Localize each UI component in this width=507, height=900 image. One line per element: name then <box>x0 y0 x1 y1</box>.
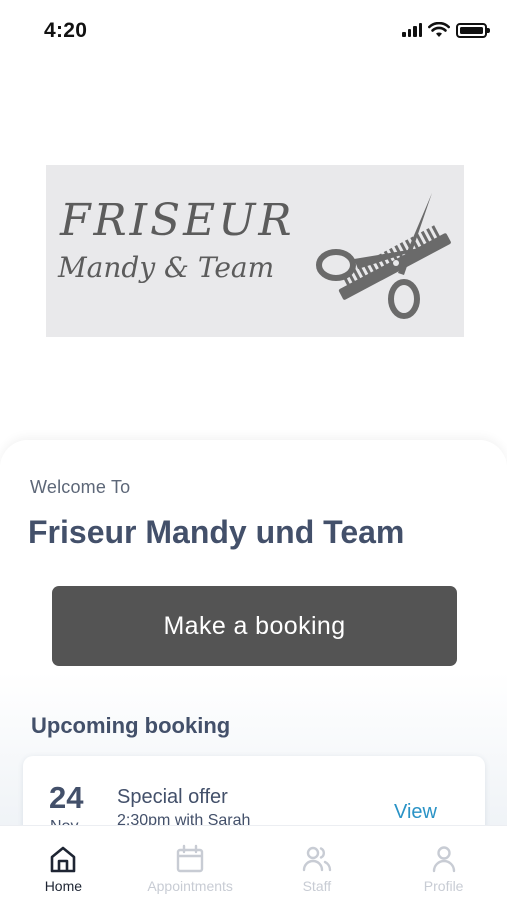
welcome-label: Welcome To <box>30 477 131 497</box>
tab-appointments[interactable]: Appointments <box>127 826 254 900</box>
salon-logo: FRISEUR Mandy & Team <box>46 165 464 337</box>
logo-line2: Mandy & Team <box>58 251 275 284</box>
tab-staff-label: Staff <box>302 878 332 894</box>
upcoming-booking-title: Upcoming booking <box>31 713 231 738</box>
tab-profile[interactable]: Profile <box>380 826 507 900</box>
status-icons <box>402 22 490 38</box>
logo-line1: FRISEUR <box>60 195 295 246</box>
tab-home[interactable]: Home <box>0 826 127 900</box>
calendar-icon <box>176 844 204 873</box>
status-bar: 4:20 <box>0 0 507 62</box>
tab-appointments-label: Appointments <box>147 878 233 894</box>
status-time: 4:20 <box>44 19 88 42</box>
tab-bar: Home Appointments Staff Profile <box>0 825 507 900</box>
battery-icon <box>456 22 490 38</box>
welcome-card: Welcome To Friseur Mandy und Team Make a… <box>0 440 507 866</box>
salon-name: Friseur Mandy und Team <box>28 514 405 550</box>
scissors-comb-icon <box>316 193 451 319</box>
booking-title: Special offer <box>117 786 228 808</box>
wifi-icon <box>428 22 450 37</box>
home-icon <box>51 846 76 873</box>
tab-staff[interactable]: Staff <box>254 826 381 900</box>
tab-home-label: Home <box>44 878 83 894</box>
tab-profile-label: Profile <box>423 878 464 894</box>
person-icon <box>432 846 455 873</box>
booking-day: 24 <box>49 780 84 815</box>
view-booking-link[interactable]: View <box>394 801 437 824</box>
make-booking-button[interactable]: Make a booking <box>52 586 457 666</box>
users-icon <box>302 846 332 872</box>
signal-icon <box>402 23 422 37</box>
